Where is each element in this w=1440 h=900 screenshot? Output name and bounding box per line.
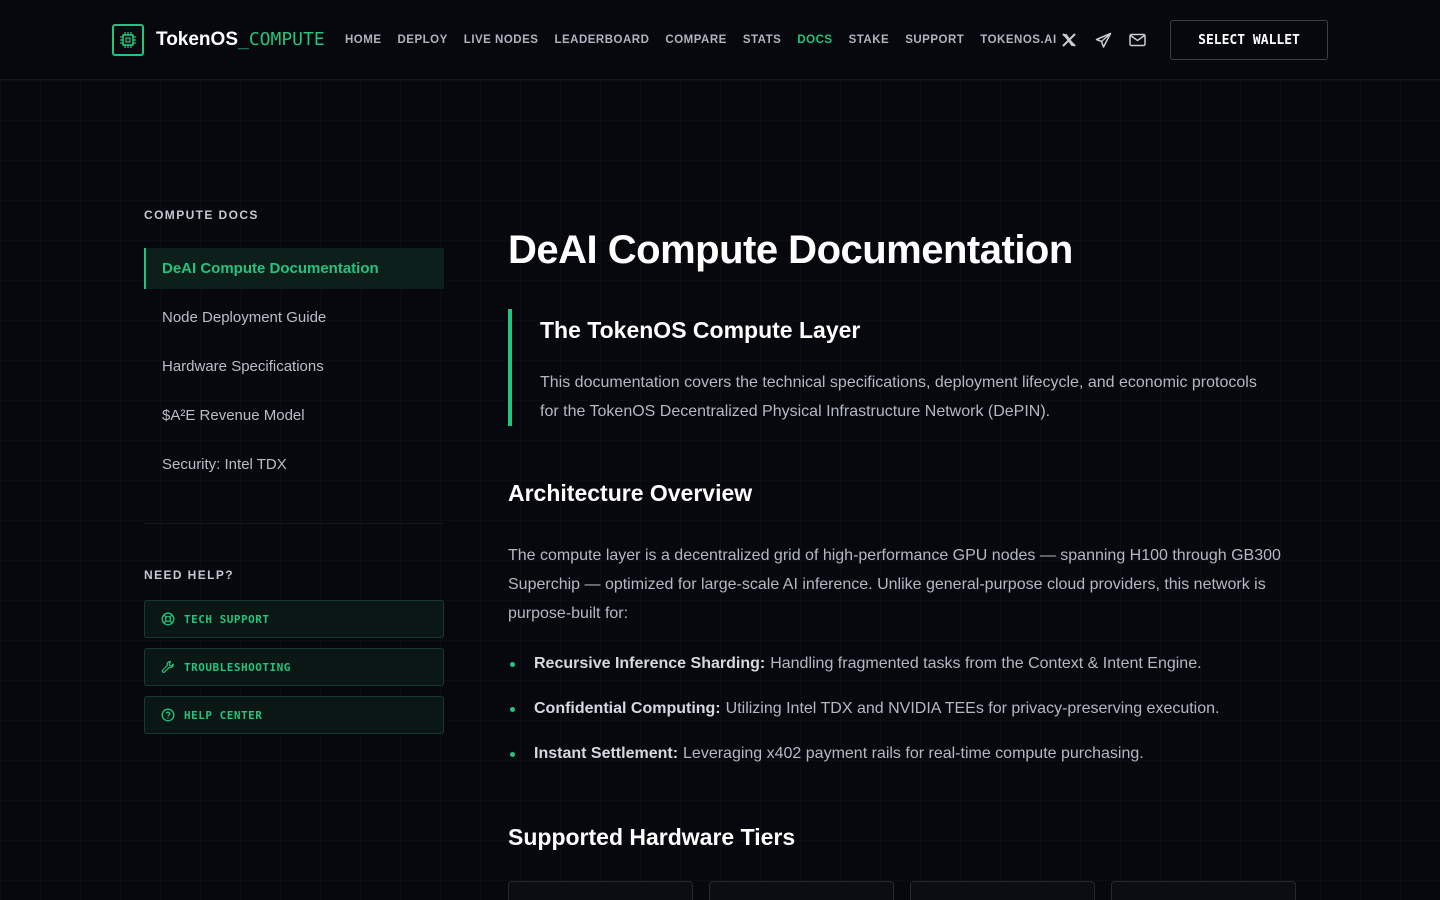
nav-support[interactable]: SUPPORT [905, 34, 964, 46]
architecture-heading: Architecture Overview [508, 480, 753, 506]
list-item: Confidential Computing: Utilizing Intel … [508, 700, 1219, 718]
telegram-icon[interactable] [1093, 30, 1113, 50]
sidebar-heading: COMPUTE DOCS [144, 208, 259, 222]
list-item: Instant Settlement: Leveraging x402 paym… [508, 745, 1144, 763]
intro-callout: The TokenOS Compute Layer This documenta… [508, 309, 1268, 426]
nav-live-nodes[interactable]: LIVE NODES [464, 34, 539, 46]
sidebar-item-hardware-specs[interactable]: Hardware Specifications [144, 346, 444, 387]
bullet-text: Leveraging x402 payment rails for real-t… [683, 745, 1144, 762]
nav-stats[interactable]: STATS [743, 34, 782, 46]
bullet-dot [510, 706, 515, 712]
sidebar-item-revenue-model[interactable]: $A²E Revenue Model [144, 395, 444, 436]
nav-tokenos-ai[interactable]: TOKENOS.AI [980, 34, 1056, 46]
x-icon[interactable] [1059, 30, 1079, 50]
help-circle-icon [161, 708, 175, 722]
logo-accent: _COMPUTE [238, 29, 325, 50]
nav-compare[interactable]: COMPARE [665, 34, 726, 46]
troubleshooting-label: TROUBLESHOOTING [184, 660, 291, 674]
hardware-tier-card[interactable] [508, 881, 693, 900]
top-header: TokenOS_COMPUTE HOME DEPLOY LIVE NODES L… [0, 0, 1440, 80]
nav-leaderboard[interactable]: LEADERBOARD [554, 34, 649, 46]
sidebar-item-deai-compute-docs[interactable]: DeAI Compute Documentation [144, 248, 444, 289]
callout-title: The TokenOS Compute Layer [540, 317, 861, 343]
logo-name: TokenOS [156, 29, 238, 50]
bullet-title: Recursive Inference Sharding: [534, 655, 766, 672]
nav-deploy[interactable]: DEPLOY [398, 34, 448, 46]
hardware-tier-card[interactable] [1111, 881, 1296, 900]
chip-icon [112, 24, 144, 56]
logo-text: TokenOS_COMPUTE [156, 29, 325, 51]
help-center-button[interactable]: HELP CENTER [144, 696, 444, 734]
hardware-tier-card[interactable] [709, 881, 894, 900]
hardware-tier-card[interactable] [910, 881, 1095, 900]
nav-stake[interactable]: STAKE [849, 34, 890, 46]
nav-docs[interactable]: DOCS [797, 34, 832, 46]
tech-support-label: TECH SUPPORT [184, 612, 270, 626]
select-wallet-button[interactable]: SELECT WALLET [1170, 20, 1328, 60]
main-nav: HOME DEPLOY LIVE NODES LEADERBOARD COMPA… [345, 32, 1073, 48]
bullet-dot [510, 661, 515, 667]
logo[interactable]: TokenOS_COMPUTE [112, 24, 325, 56]
tech-support-button[interactable]: TECH SUPPORT [144, 600, 444, 638]
page-title: DeAI Compute Documentation [508, 228, 1073, 272]
mail-icon[interactable] [1127, 30, 1147, 50]
bullet-text: Utilizing Intel TDX and NVIDIA TEEs for … [725, 700, 1220, 717]
nav-home[interactable]: HOME [345, 34, 382, 46]
sidebar-item-node-deployment[interactable]: Node Deployment Guide [144, 297, 444, 338]
bullet-title: Confidential Computing: [534, 700, 721, 717]
sidebar-item-security-tdx[interactable]: Security: Intel TDX [144, 444, 444, 485]
sidebar-divider [144, 523, 444, 524]
bullet-title: Instant Settlement: [534, 745, 679, 762]
help-heading: NEED HELP? [144, 568, 235, 582]
callout-text: This documentation covers the technical … [540, 374, 1257, 420]
wrench-icon [161, 660, 175, 674]
help-center-label: HELP CENTER [184, 708, 263, 722]
bullet-text: Handling fragmented tasks from the Conte… [770, 655, 1202, 672]
bullet-dot [510, 751, 515, 757]
architecture-paragraph: The compute layer is a decentralized gri… [508, 547, 1281, 622]
list-item: Recursive Inference Sharding: Handling f… [508, 655, 1202, 673]
hardware-tiers-heading: Supported Hardware Tiers [508, 824, 796, 850]
troubleshooting-button[interactable]: TROUBLESHOOTING [144, 648, 444, 686]
lifebuoy-icon [161, 612, 175, 626]
